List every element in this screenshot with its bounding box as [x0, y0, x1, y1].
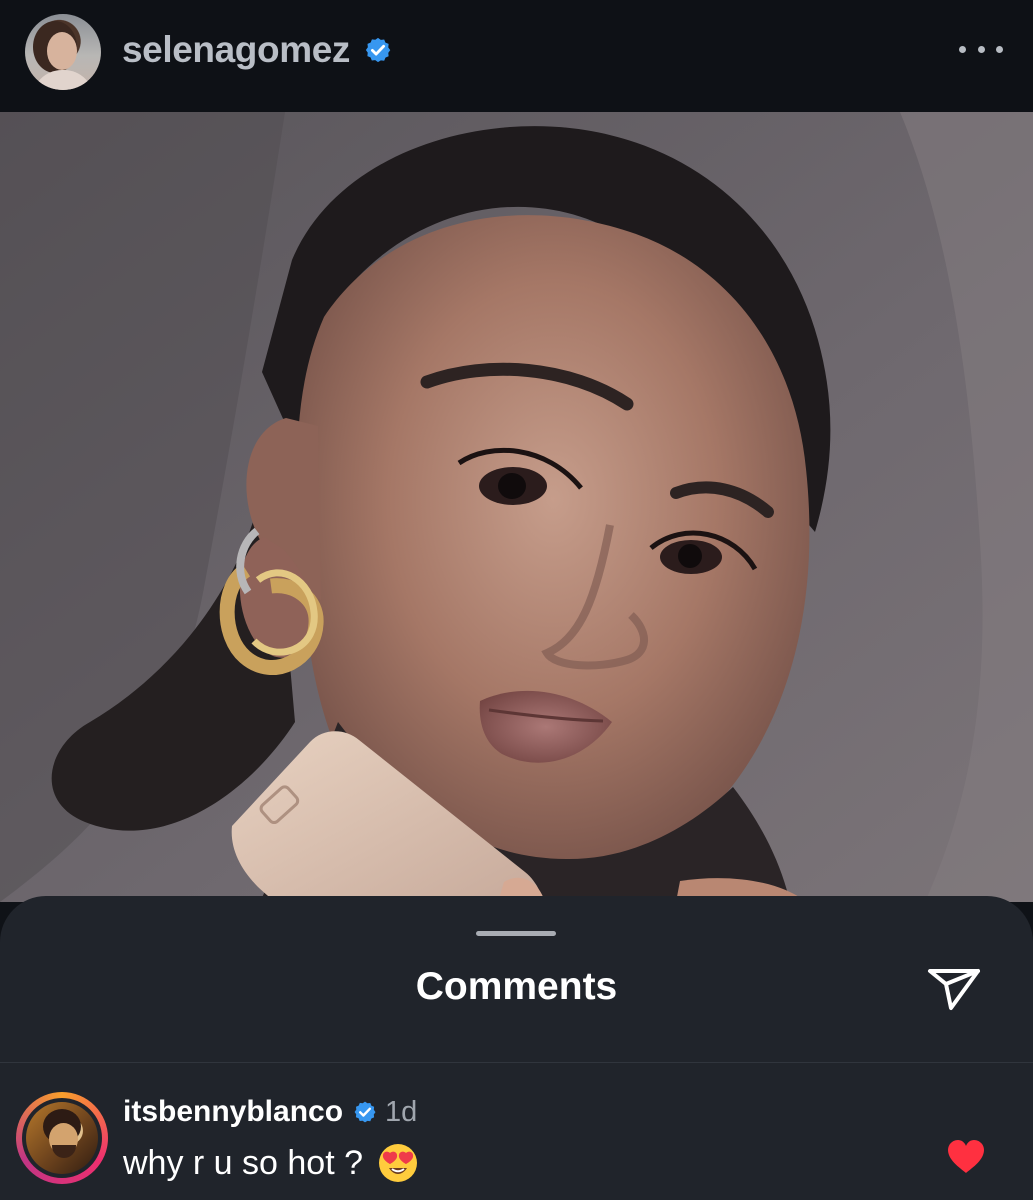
comment-meta: itsbennyblanco 1d: [123, 1092, 417, 1132]
post-author-username[interactable]: selenagomez: [122, 29, 350, 71]
avatar-beard-graphic: [52, 1145, 76, 1158]
instagram-post-screen: selenagomez Comments itsbennyblanco 1d w…: [0, 0, 1033, 1200]
more-dot-icon: [959, 45, 966, 53]
comment-row[interactable]: itsbennyblanco 1d why r u so hot ?: [0, 1063, 1033, 1200]
comments-sheet: Comments itsbennyblanco 1d why r u so ho…: [0, 896, 1033, 1200]
heart-eyes-emoji-icon: [377, 1142, 419, 1184]
comment-time: 1d: [385, 1095, 418, 1128]
comment-username[interactable]: itsbennyblanco: [123, 1095, 343, 1129]
post-photo[interactable]: [0, 112, 1033, 902]
post-author-avatar[interactable]: [25, 14, 101, 90]
sheet-drag-handle[interactable]: [476, 931, 556, 936]
story-ring[interactable]: [16, 1092, 108, 1184]
comment-author-avatar[interactable]: [22, 1098, 102, 1178]
more-dot-icon: [996, 45, 1003, 53]
post-header: selenagomez: [0, 0, 1033, 112]
comments-title: Comments: [415, 965, 618, 1008]
avatar-face-graphic: [47, 32, 77, 70]
send-icon: [928, 969, 980, 1010]
portrait-photo-illustration: [0, 112, 1033, 902]
more-dot-icon: [977, 45, 985, 53]
share-button[interactable]: [926, 966, 982, 1012]
verified-badge-icon: [353, 1100, 377, 1124]
avatar-shoulders-graphic: [32, 70, 94, 90]
comment-text: why r u so hot ?: [123, 1143, 364, 1182]
comment-author-photo: [26, 1102, 98, 1174]
comment-text-row: why r u so hot ?: [123, 1143, 419, 1183]
heart-filled-icon: [948, 1140, 984, 1173]
more-options-button[interactable]: [959, 34, 1003, 64]
post-author-username-row[interactable]: selenagomez: [122, 26, 392, 74]
verified-badge-icon: [364, 36, 392, 64]
comment-like-button[interactable]: [946, 1139, 986, 1175]
